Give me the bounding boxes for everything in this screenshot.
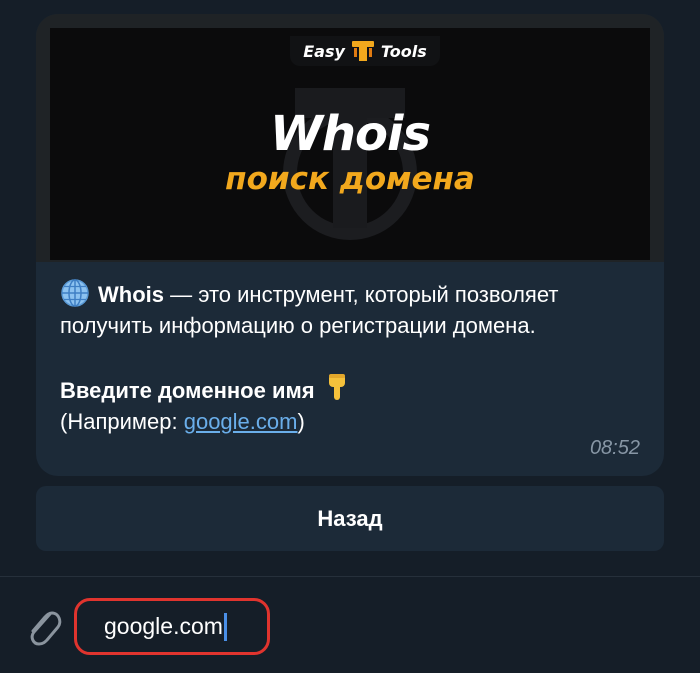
message-input[interactable]: google.com (74, 598, 270, 655)
banner-frame: Easy Tools Whois поиск домена (36, 14, 664, 262)
message-input-value: google.com (104, 613, 223, 639)
message-time: 08:52 (589, 437, 640, 459)
prompt-text: Введите доменное имя (60, 378, 315, 403)
banner-image[interactable]: Easy Tools Whois поиск домена (50, 28, 650, 260)
intro-keyword: Whois (98, 282, 164, 307)
brand-logo-icon (351, 41, 374, 61)
banner-subtitle: поиск домена (225, 161, 475, 197)
paperclip-icon[interactable] (20, 600, 64, 652)
globe-icon (61, 279, 89, 307)
brand-text-right: Tools (380, 41, 427, 61)
bot-message: Easy Tools Whois поиск домена Whois — эт… (36, 14, 664, 476)
example-link[interactable]: google.com (184, 409, 298, 434)
banner-title: Whois (269, 106, 431, 162)
text-cursor (223, 612, 227, 641)
message-text: Whois — это инструмент, который позволяе… (60, 278, 650, 437)
input-bar: google.com (0, 577, 700, 673)
prompt-line: Введите доменное имя (60, 372, 650, 406)
brand-text-left: Easy (303, 41, 345, 61)
example-line: (Например: google.com) (60, 406, 650, 437)
pointing-down-icon (328, 374, 345, 400)
brand-badge: Easy Tools (290, 36, 440, 66)
example-prefix: (Например: (60, 409, 184, 434)
back-button[interactable]: Назад (36, 486, 664, 551)
example-suffix: ) (297, 409, 305, 434)
